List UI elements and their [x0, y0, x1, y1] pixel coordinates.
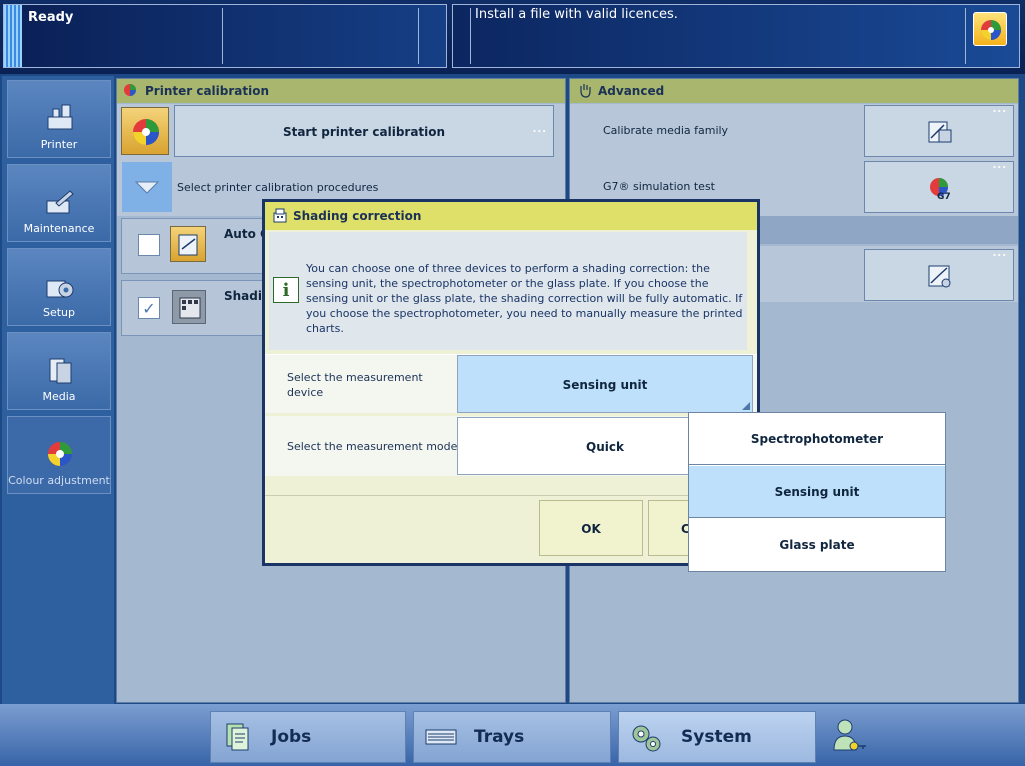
tab-system[interactable]: System: [618, 711, 816, 763]
user-key-icon: [833, 719, 866, 751]
info-text: You can choose one of three devices to p…: [306, 262, 743, 335]
dialog-title: Shading correction: [265, 202, 757, 230]
dropdown-corner-icon: [742, 402, 750, 410]
ok-button[interactable]: OK: [539, 500, 643, 556]
tab-label: Trays: [474, 727, 525, 747]
info-icon: i: [273, 277, 299, 303]
printer-chart-icon: [273, 208, 287, 223]
mode-label: Select the measurement mode: [287, 440, 458, 453]
trays-icon: [425, 729, 457, 745]
device-label: Select the measurement device: [287, 371, 423, 399]
tab-label: Jobs: [271, 727, 312, 747]
divider: [265, 495, 757, 496]
option-spectrophotometer[interactable]: Spectrophotometer: [689, 413, 945, 465]
selected-value: Quick: [586, 440, 624, 454]
measurement-device-select[interactable]: Sensing unit: [457, 355, 753, 413]
measurement-device-dropdown: Spectrophotometer Sensing unit Glass pla…: [688, 412, 946, 572]
option-sensing-unit[interactable]: Sensing unit: [689, 466, 945, 518]
system-gears-icon: [632, 725, 661, 752]
jobs-icon: [226, 723, 249, 751]
tab-jobs[interactable]: Jobs: [210, 711, 406, 763]
tab-trays[interactable]: Trays: [413, 711, 611, 763]
tab-label: System: [681, 727, 752, 747]
option-glass-plate[interactable]: Glass plate: [689, 519, 945, 571]
user-login-button[interactable]: [830, 716, 870, 760]
shading-correction-dialog: Shading correction i You can choose one …: [262, 199, 760, 566]
selected-value: Sensing unit: [562, 378, 648, 392]
